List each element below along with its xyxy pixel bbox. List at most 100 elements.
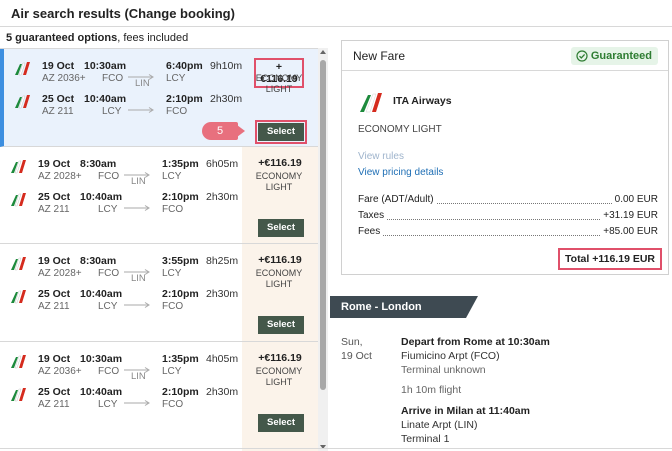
arrow-right-icon	[124, 295, 150, 308]
select-button[interactable]: Select	[258, 414, 304, 432]
fare-total: Total +116.19 EUR	[558, 248, 662, 270]
view-pricing-details-link[interactable]: View pricing details	[358, 167, 443, 178]
flight-option-card[interactable]: 19 Oct AZ 2028+ 8:30am FCO LIN 3:55pm LC…	[0, 244, 318, 342]
option-price: +€116.19	[258, 352, 302, 364]
leg-date: 25 Oct	[38, 288, 71, 300]
arrow-right-icon	[124, 198, 150, 211]
fare-details-panel: New Fare Guaranteed ITA Airways ECONOMY …	[330, 28, 672, 451]
leg-flight-number: AZ 2036+	[38, 366, 82, 377]
step-badge: 5	[202, 122, 245, 140]
flight-option-card[interactable]: 19 Oct AZ 2036+ 10:30am FCO LIN 1:35pm L…	[0, 342, 318, 451]
arrow-right-icon	[124, 393, 150, 406]
arrive-terminal: Terminal 1	[401, 433, 450, 445]
itinerary-day: Sun,	[341, 336, 363, 348]
leg-flight-number: AZ 211	[38, 399, 70, 410]
scroll-thumb[interactable]	[320, 60, 326, 390]
select-button[interactable]: Select	[255, 120, 307, 144]
leg-arrival-time: 2:10pm	[166, 93, 203, 105]
airline-name: ITA Airways	[393, 95, 452, 107]
itinerary-date: 19 Oct	[341, 350, 372, 362]
leg-duration: 2h30m	[206, 288, 239, 300]
leg-departure-airport: LCY	[98, 301, 118, 312]
option-fare-class: ECONOMY LIGHT	[255, 171, 303, 192]
leg-departure-time: 10:40am	[80, 386, 123, 398]
arrow-right-icon	[128, 67, 154, 80]
check-circle-icon	[576, 50, 588, 62]
flight-leg: 25 Oct AZ 211 10:40am LCY 2:10pm FCO 2h3…	[0, 383, 242, 417]
leg-arrival-time: 6:40pm	[166, 60, 203, 72]
airline-logo-icon	[10, 193, 28, 207]
leg-arrival-airport: FCO	[166, 106, 188, 117]
airline-logo-icon	[10, 160, 28, 174]
leg-via-airport: LIN	[131, 371, 146, 382]
flight-option-card[interactable]: 19 Oct AZ 2028+ 8:30am FCO LIN 1:35pm LC…	[0, 147, 318, 244]
leg-via-airport: LIN	[131, 176, 146, 187]
option-fare-class: ECONOMY LIGHT	[255, 73, 303, 94]
results-summary-rest: , fees included	[117, 32, 189, 44]
leg-arrival-airport: FCO	[162, 301, 184, 312]
depart-terminal: Terminal unknown	[401, 364, 486, 376]
scroll-up-icon[interactable]	[320, 50, 326, 54]
leg-arrival-airport: FCO	[162, 204, 184, 215]
guaranteed-label: Guaranteed	[590, 50, 652, 62]
leg-departure-time: 10:40am	[80, 191, 123, 203]
leg-date: 19 Oct	[38, 158, 71, 170]
arrow-right-icon	[124, 262, 150, 275]
results-list: 19 Oct AZ 2036+ 10:30am FCO LIN 6:40pm L…	[0, 48, 318, 451]
flight-leg: 25 Oct AZ 211 10:40am LCY 2:10pm FCO 2h3…	[4, 90, 246, 124]
depart-heading: Depart from Rome at 10:30am	[401, 336, 550, 348]
ita-airways-logo-icon	[360, 93, 382, 113]
leg-departure-time: 10:40am	[84, 93, 127, 105]
fare-breakdown-row: Taxes +31.19 EUR	[358, 210, 658, 224]
airline-logo-icon	[14, 62, 32, 76]
leg-departure-time: 8:30am	[80, 255, 117, 267]
view-rules-link[interactable]: View rules	[358, 151, 404, 162]
airline-logo-icon	[10, 388, 28, 402]
leg-date: 25 Oct	[38, 386, 71, 398]
leg-departure-time: 10:30am	[84, 60, 127, 72]
results-scrollbar[interactable]	[318, 48, 328, 451]
leg-flight-number: AZ 211	[38, 204, 70, 215]
select-button[interactable]: Select	[258, 219, 304, 237]
leg-duration: 9h10m	[210, 60, 243, 72]
leg-arrival-time: 2:10pm	[162, 191, 199, 203]
option-price: +€116.19	[258, 157, 302, 169]
leg-arrival-time: 3:55pm	[162, 255, 199, 267]
results-panel: 5 guaranteed options, fees included 19 O…	[0, 28, 330, 451]
arrow-right-icon	[124, 360, 150, 373]
leg-duration: 4h05m	[206, 353, 239, 365]
flight-option-card[interactable]: 19 Oct AZ 2036+ 10:30am FCO LIN 6:40pm L…	[0, 49, 318, 147]
leg-flight-number: AZ 2036+	[42, 73, 86, 84]
leg-departure-airport: FCO	[102, 73, 124, 84]
leg-departure-airport: LCY	[102, 106, 122, 117]
leg-flight-number: AZ 211	[42, 106, 74, 117]
guaranteed-badge: Guaranteed	[570, 47, 658, 65]
leg-arrival-airport: LCY	[162, 366, 182, 377]
select-button[interactable]: Select	[258, 316, 304, 334]
fare-row-label: Taxes	[358, 210, 387, 221]
flight-duration: 1h 10m flight	[401, 384, 462, 396]
leg-departure-airport: FCO	[98, 268, 120, 279]
leg-date: 25 Oct	[38, 191, 71, 203]
fare-row-label: Fare (ADT/Adult)	[358, 194, 436, 205]
leg-departure-airport: FCO	[98, 171, 120, 182]
fare-row-value: +85.00 EUR	[601, 226, 658, 237]
leg-departure-time: 10:30am	[80, 353, 123, 365]
leg-departure-airport: LCY	[98, 399, 118, 410]
leg-duration: 2h30m	[206, 386, 239, 398]
page-header: Air search results (Change booking)	[0, 0, 672, 27]
leg-date: 19 Oct	[42, 60, 75, 72]
leg-arrival-time: 1:35pm	[162, 158, 199, 170]
fare-row-value: +31.19 EUR	[601, 210, 658, 221]
results-summary: 5 guaranteed options, fees included	[6, 32, 188, 44]
results-count: 5 guaranteed options	[6, 32, 118, 44]
new-fare-card: New Fare Guaranteed ITA Airways ECONOMY …	[341, 40, 669, 275]
leg-date: 19 Oct	[38, 353, 71, 365]
leg-arrival-time: 2:10pm	[162, 288, 199, 300]
route-header: Rome - London	[330, 296, 478, 318]
fare-row-label: Fees	[358, 226, 383, 237]
option-price: +€116.19	[258, 254, 302, 266]
leg-via-airport: LIN	[135, 78, 150, 89]
leg-duration: 2h30m	[210, 93, 243, 105]
leg-flight-number: AZ 2028+	[38, 171, 82, 182]
